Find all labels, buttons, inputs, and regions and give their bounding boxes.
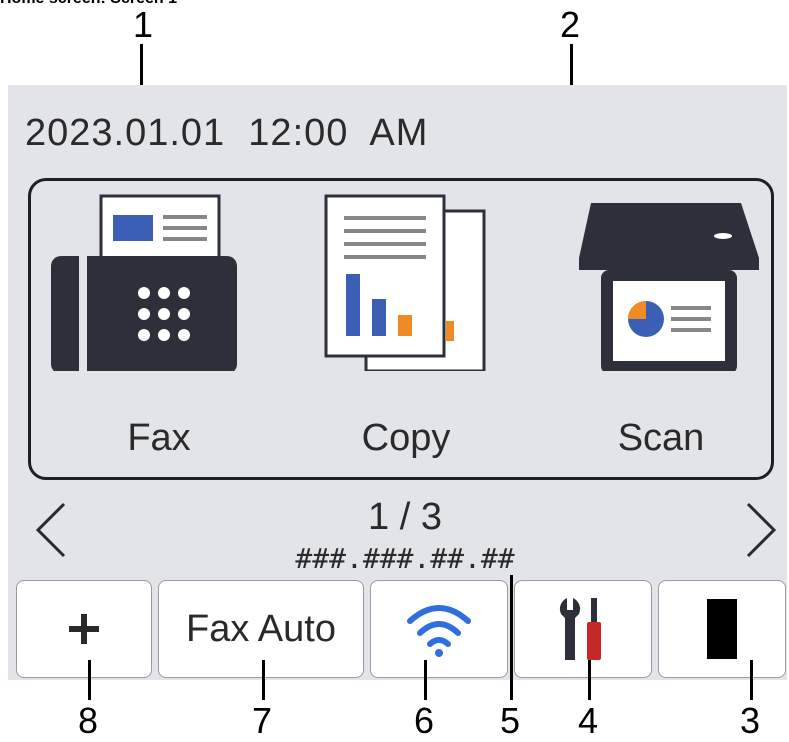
callout-4-line [588,660,591,700]
add-shortcut-button[interactable] [16,580,152,678]
callout-8: 8 [78,700,99,741]
callout-3: 3 [740,700,761,741]
copy-app-label: Copy [361,417,451,459]
toner-button[interactable] [658,580,786,678]
page-indicator: 1 / 3 [368,496,442,538]
callout-4: 4 [578,700,599,741]
toner-level-fill [708,600,736,658]
ip-address: ###.###.##.## [295,542,515,575]
copy-documents-icon [324,194,486,371]
fax-app-label: Fax [127,417,191,459]
callout-8-line [88,660,91,700]
chevron-right-icon [746,502,777,558]
fax-mode-button[interactable]: Fax Auto [158,580,364,678]
callout-5-line [510,575,513,700]
previous-page-button[interactable] [32,500,72,560]
chevron-left-icon [35,502,66,558]
plus-icon [69,614,99,644]
callout-3-line [750,660,753,700]
wifi-button[interactable] [370,580,508,678]
toner-level-icon [707,599,737,659]
callout-6: 6 [414,700,435,741]
date-time: 2023.01.01 12:00 AM [25,112,429,154]
settings-button[interactable] [514,580,652,678]
callout-1: 1 [133,4,154,45]
fax-mode-label: Fax Auto [186,607,336,650]
scan-app-button[interactable]: Scan [551,181,771,477]
callout-7: 7 [252,700,273,741]
next-page-button[interactable] [740,500,780,560]
scanner-icon [579,203,759,371]
callout-2: 2 [560,4,581,45]
fax-app-button[interactable]: Fax [49,181,269,477]
wifi-icon [407,605,471,657]
fax-machine-icon [51,194,237,371]
callout-7-line [262,660,265,700]
scan-app-label: Scan [617,417,705,459]
callout-5: 5 [500,700,521,741]
wrench-screwdriver-icon [559,598,601,660]
callout-6-line [424,660,427,700]
copy-app-button[interactable]: Copy [296,181,516,477]
app-buttons-panel: Fax Copy Scan [28,178,774,480]
